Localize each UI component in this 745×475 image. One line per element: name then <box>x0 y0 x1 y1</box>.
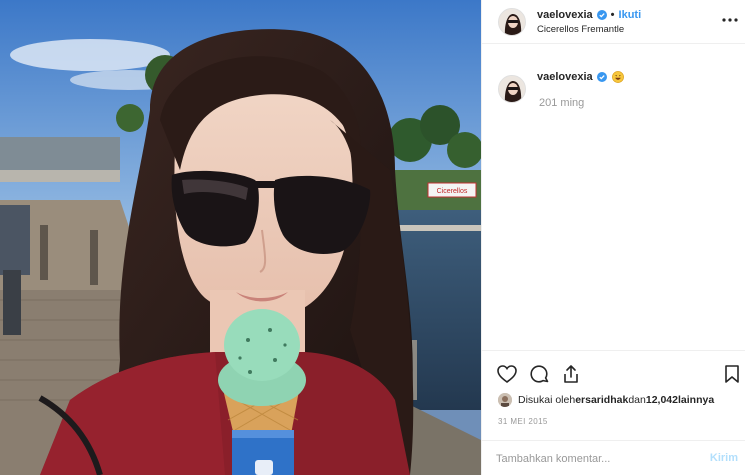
follow-button[interactable]: Ikuti <box>619 9 642 21</box>
comment-timestamp[interactable]: 201 ming <box>539 97 584 109</box>
liker-avatar-image <box>498 393 512 407</box>
likes-prefix: Disukai oleh <box>518 394 576 406</box>
comment-icon[interactable] <box>528 363 550 385</box>
share-icon[interactable] <box>560 363 582 385</box>
heart-icon[interactable] <box>496 363 518 385</box>
likes-middle: dan <box>628 394 646 406</box>
grinning-face-emoji-icon <box>611 71 624 83</box>
caption-avatar[interactable] <box>498 75 526 103</box>
verified-badge-icon <box>596 10 607 20</box>
liker-username-link[interactable]: ersaridhak <box>575 394 628 406</box>
location-link[interactable]: Cicerellos Fremantle <box>537 24 624 35</box>
bookmark-icon[interactable] <box>721 363 743 385</box>
header-user-line: vaelovexia • Ikuti <box>537 9 641 21</box>
post-date[interactable]: 31 MEI 2015 <box>498 417 548 426</box>
cicerellos-sign: Cicerellos <box>437 188 468 195</box>
caption-comment: vaelovexia 201 ming <box>482 58 745 118</box>
dot-separator: • <box>610 9 615 21</box>
avatar[interactable] <box>498 8 526 36</box>
selfie-image: Cicerellos <box>0 0 481 475</box>
likes-count-link[interactable]: 12,042 <box>646 394 678 406</box>
action-bar: Disukai oleh ersaridhak dan 12,042 lainn… <box>482 350 745 440</box>
verified-badge-icon <box>596 72 607 82</box>
more-options-icon[interactable] <box>720 12 740 28</box>
avatar-image <box>499 76 525 102</box>
liker-avatar[interactable] <box>498 393 512 407</box>
comment-input[interactable] <box>496 450 686 468</box>
caption-user-line: vaelovexia <box>537 71 624 83</box>
add-comment-row: Kirim <box>482 440 745 475</box>
username-link[interactable]: vaelovexia <box>537 9 593 21</box>
avatar-image <box>499 9 525 35</box>
post-photo[interactable]: Cicerellos <box>0 0 481 475</box>
likes-line: Disukai oleh ersaridhak dan 12,042 lainn… <box>498 393 714 407</box>
post-header: vaelovexia • Ikuti Cicerellos Fremantle <box>482 0 745 44</box>
post-sidebar: vaelovexia • Ikuti Cicerellos Fremantle <box>481 0 745 475</box>
send-comment-button[interactable]: Kirim <box>710 452 738 464</box>
caption-username-link[interactable]: vaelovexia <box>537 71 593 83</box>
likes-suffix[interactable]: lainnya <box>678 394 714 406</box>
